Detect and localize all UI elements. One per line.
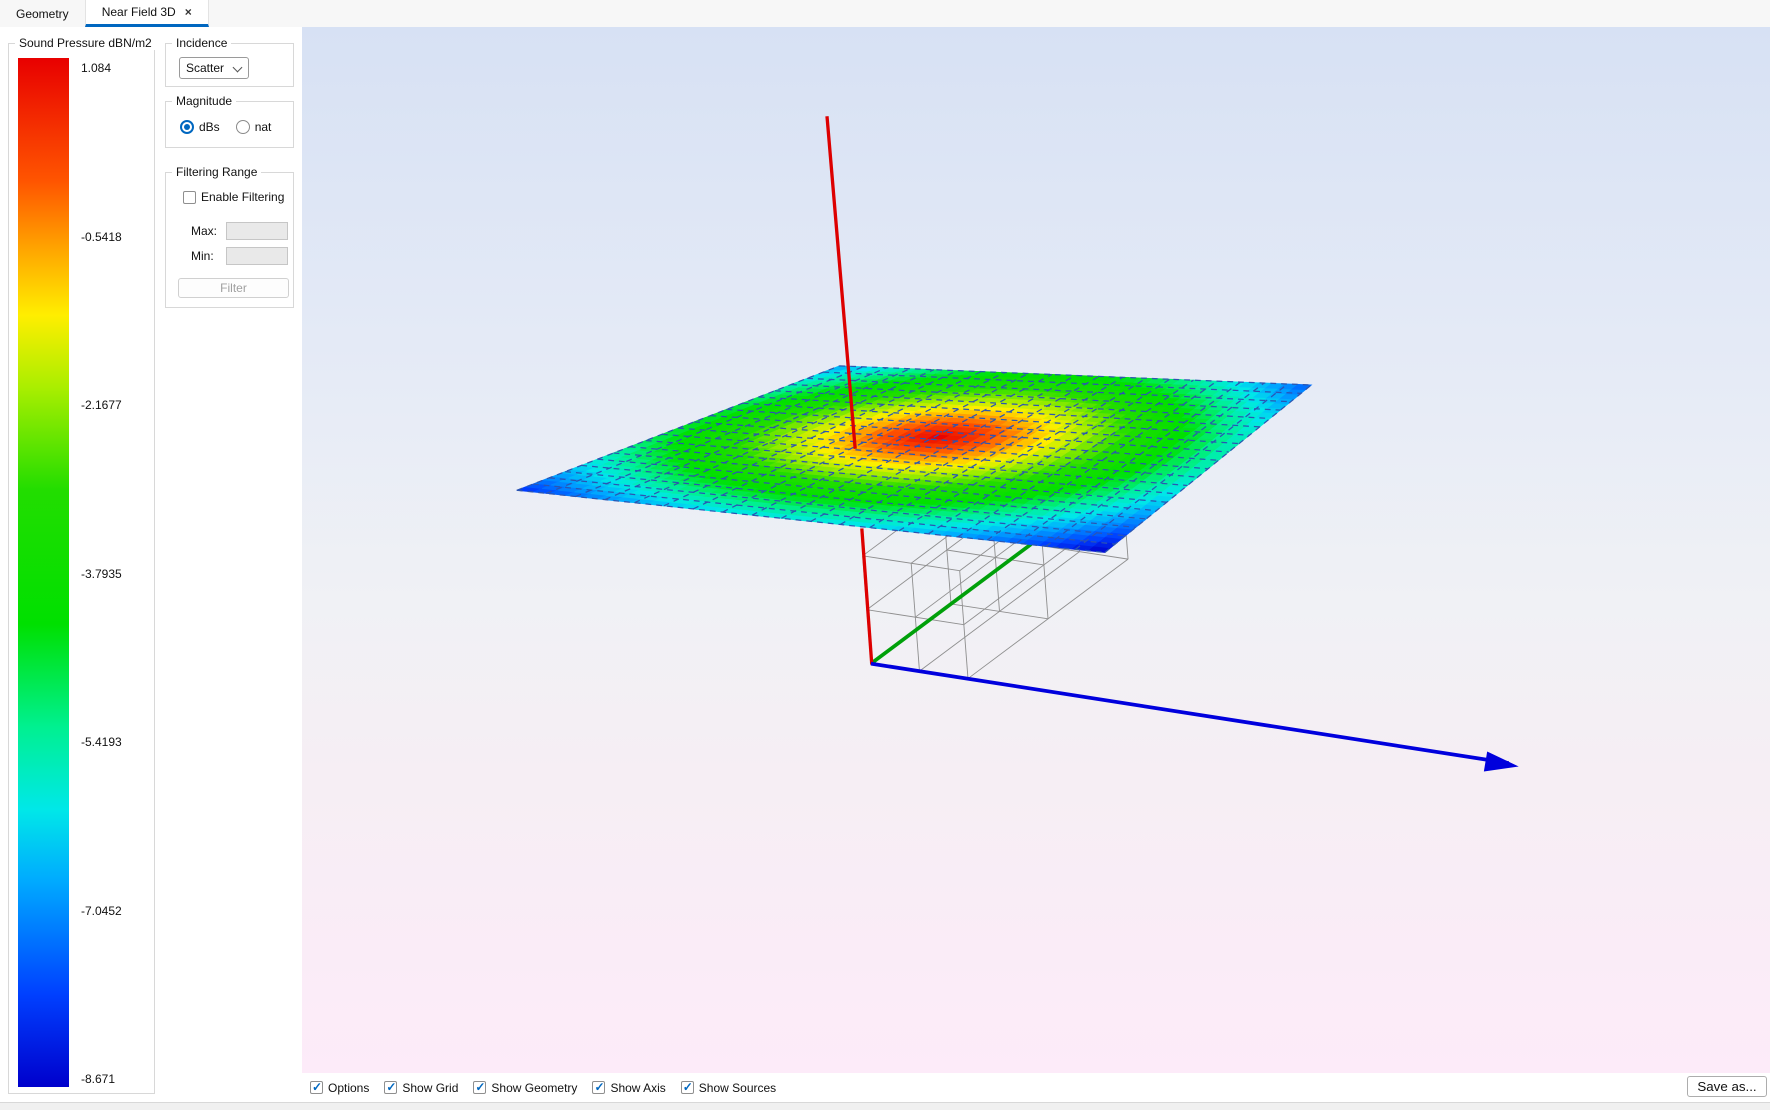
- magnitude-label: Magnitude: [172, 94, 236, 108]
- status-bar: [0, 1102, 1770, 1110]
- colorbar-tick: -0.5418: [81, 229, 151, 245]
- colorbar-tick: -8.671: [81, 1071, 151, 1087]
- checkbox-show-sources[interactable]: [681, 1081, 694, 1094]
- magnitude-groupbox: Magnitude dBsnat: [165, 101, 294, 148]
- incidence-selected-value: Scatter: [186, 61, 224, 75]
- toolbar-item-show-axis: Show Axis: [592, 1081, 665, 1095]
- max-field[interactable]: [226, 222, 288, 240]
- colorbar-tick: -2.1677: [81, 397, 151, 413]
- tab-geometry[interactable]: Geometry: [0, 0, 85, 27]
- sound-pressure-groupbox: Sound Pressure dBN/m2 1.084-0.5418-2.167…: [8, 43, 155, 1094]
- incidence-groupbox: Incidence Scatter: [165, 43, 294, 87]
- checkbox-show-grid[interactable]: [384, 1081, 397, 1094]
- colorbar-tick: -7.0452: [81, 903, 151, 919]
- tab-near-field-3d[interactable]: Near Field 3D ×: [85, 0, 209, 27]
- radio-label-dBs: dBs: [199, 120, 220, 134]
- checkbox-show-axis[interactable]: [592, 1081, 605, 1094]
- checkbox-label: Show Sources: [699, 1081, 776, 1095]
- colorbar-tick: 1.084: [81, 60, 151, 76]
- checkbox-options[interactable]: [310, 1081, 323, 1094]
- checkbox-label: Options: [328, 1081, 369, 1095]
- save-as-button[interactable]: Save as...: [1687, 1076, 1767, 1097]
- max-label: Max:: [191, 224, 217, 238]
- min-field[interactable]: [226, 247, 288, 265]
- colorbar-tick: -5.4193: [81, 734, 151, 750]
- filtering-range-label: Filtering Range: [172, 165, 261, 179]
- checkbox-label: Show Axis: [610, 1081, 665, 1095]
- colorbar-tick: -3.7935: [81, 566, 151, 582]
- tab-close-icon[interactable]: ×: [185, 7, 192, 17]
- tab-bar: Geometry Near Field 3D ×: [0, 0, 1770, 27]
- filtering-range-groupbox: Filtering Range Enable Filtering Max: Mi…: [165, 172, 294, 308]
- tab-geometry-label: Geometry: [16, 7, 69, 21]
- toolbar-item-show-sources: Show Sources: [681, 1081, 776, 1095]
- min-label: Min:: [191, 249, 214, 263]
- filter-button[interactable]: Filter: [178, 278, 289, 298]
- toolbar-item-show-grid: Show Grid: [384, 1081, 458, 1095]
- colorbar-gradient: [18, 58, 69, 1087]
- magnitude-radio-group: dBs nat: [180, 120, 287, 134]
- colorbar-title: Sound Pressure dBN/m2: [15, 36, 156, 50]
- incidence-select[interactable]: Scatter: [179, 57, 249, 79]
- incidence-label: Incidence: [172, 36, 231, 50]
- enable-filtering-label: Enable Filtering: [201, 190, 284, 204]
- 3d-viewport-scene[interactable]: [302, 27, 1770, 1073]
- chevron-down-icon: [233, 63, 243, 73]
- checkbox-label: Show Geometry: [491, 1081, 577, 1095]
- radio-label-nat: nat: [255, 120, 272, 134]
- checkbox-show-geometry[interactable]: [473, 1081, 486, 1094]
- 3d-viewport[interactable]: [302, 27, 1770, 1073]
- tab-near-field-3d-label: Near Field 3D: [102, 5, 176, 19]
- radio-dBs[interactable]: [180, 120, 194, 134]
- checkbox-label: Show Grid: [402, 1081, 458, 1095]
- toolbar-item-show-geometry: Show Geometry: [473, 1081, 577, 1095]
- radio-nat[interactable]: [236, 120, 250, 134]
- toolbar-item-options: Options: [310, 1081, 369, 1095]
- viewport-toolbar: Options Show Grid Show Geometry Show Axis Sh…: [302, 1073, 1770, 1102]
- left-panel: Sound Pressure dBN/m2 1.084 -0.5418 -2.167…: [0, 27, 302, 1102]
- enable-filtering-checkbox[interactable]: [183, 191, 196, 204]
